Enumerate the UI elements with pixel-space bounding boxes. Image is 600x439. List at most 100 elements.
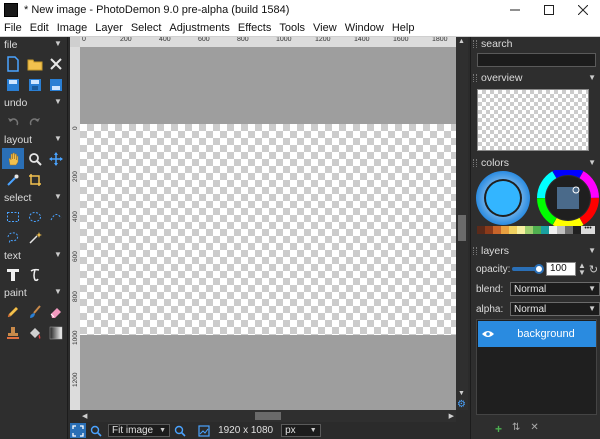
delete-layer-icon[interactable]: ✕ [530,422,538,436]
scroll-left-icon[interactable]: ◀ [82,412,87,420]
magic-wand-icon[interactable] [24,227,46,248]
move-icon[interactable] [45,148,67,169]
palette-swatch[interactable] [557,226,565,234]
menu-effects[interactable]: Effects [234,22,275,34]
search-input[interactable] [477,53,596,67]
vertical-scroll-thumb[interactable] [458,215,466,241]
panel-grip-icon[interactable] [473,247,477,255]
hand-icon[interactable] [2,148,24,169]
move-layer-icon[interactable]: ⇅ [512,422,520,436]
eye-icon[interactable] [480,330,496,338]
palette-swatch[interactable] [485,226,493,234]
pencil-icon[interactable] [2,301,24,322]
save-icon[interactable] [2,74,24,95]
color-palette[interactable] [477,226,581,234]
horizontal-scrollbar[interactable]: ◀ ▶ [80,410,456,422]
eyedropper-icon[interactable] [2,169,24,190]
vertical-scrollbar[interactable]: ▲ ▼ ⚙ [456,37,468,410]
layers-list[interactable]: background [476,319,597,415]
close-icon[interactable] [566,0,600,20]
ellipse-select-icon[interactable] [24,206,46,227]
panel-grip-icon[interactable] [473,159,477,167]
palette-swatch[interactable] [549,226,557,234]
palette-swatch[interactable] [477,226,485,234]
new-file-icon[interactable] [2,53,24,74]
layer-item[interactable]: background [478,321,596,347]
rect-select-icon[interactable] [2,206,24,227]
menu-edit[interactable]: Edit [26,22,53,34]
overview-thumbnail[interactable] [477,89,589,151]
add-layer-icon[interactable]: + [495,422,502,436]
opacity-spinner[interactable]: ▲ ▼ [578,262,586,277]
redo-icon[interactable] [24,111,46,132]
menu-file[interactable]: File [0,22,26,34]
text-tool-icon[interactable] [2,264,24,285]
layers-header[interactable]: layers ▼ [471,244,600,258]
section-paint[interactable]: paint ▼ [0,285,67,301]
palette-swatch[interactable] [573,226,581,234]
clone-stamp-icon[interactable] [2,322,24,343]
blend-select[interactable]: Normal ▼ [510,282,600,296]
colors-header[interactable]: colors ▼ [471,156,600,170]
save-as-icon[interactable] [24,74,46,95]
opacity-value[interactable]: 100 [546,262,576,276]
zoom-in-icon[interactable] [172,423,188,438]
alpha-select[interactable]: Normal ▼ [510,302,600,316]
palette-swatch[interactable] [509,226,517,234]
scroll-right-icon[interactable]: ▶ [449,412,454,420]
overview-header[interactable]: overview ▼ [471,71,600,85]
panel-grip-icon[interactable] [473,74,477,82]
gradient-icon[interactable] [45,322,67,343]
palette-swatch[interactable] [541,226,549,234]
open-folder-icon[interactable] [24,53,46,74]
section-layout[interactable]: layout ▼ [0,132,67,148]
hue-wheel[interactable] [531,170,600,226]
section-select[interactable]: select ▼ [0,190,67,206]
palette-swatch[interactable] [565,226,573,234]
menu-view[interactable]: View [309,22,341,34]
lasso-select-icon[interactable] [2,227,24,248]
menu-window[interactable]: Window [341,22,388,34]
reset-icon[interactable]: ↻ [589,263,598,276]
palette-swatch[interactable] [501,226,509,234]
image-canvas[interactable] [80,124,456,335]
menu-layer[interactable]: Layer [91,22,127,34]
zoom-icon[interactable] [24,148,46,169]
crop-icon[interactable] [24,169,46,190]
corner-settings-icon[interactable]: ⚙ [457,399,466,410]
zoom-select[interactable]: Fit image ▼ [108,424,171,437]
search-header[interactable]: search [471,37,600,51]
fit-screen-icon[interactable] [70,423,86,438]
canvas-viewport[interactable] [80,47,456,410]
palette-swatch[interactable] [525,226,533,234]
section-text[interactable]: text ▼ [0,248,67,264]
typography-tool-icon[interactable] [24,264,46,285]
zoom-out-icon[interactable] [88,423,104,438]
maximize-icon[interactable] [532,0,566,20]
unit-select[interactable]: px ▼ [281,424,321,437]
menu-select[interactable]: Select [127,22,166,34]
scroll-up-icon[interactable]: ▲ [458,38,465,45]
panel-grip-icon[interactable] [473,40,477,48]
export-icon[interactable] [45,74,67,95]
menu-help[interactable]: Help [388,22,419,34]
paint-bucket-icon[interactable] [24,322,46,343]
section-file[interactable]: file ▼ [0,37,67,53]
menu-image[interactable]: Image [53,22,92,34]
palette-swatch[interactable] [493,226,501,234]
horizontal-scroll-thumb[interactable] [255,412,281,420]
close-file-icon[interactable] [45,53,67,74]
line-select-icon[interactable] [45,206,67,227]
palette-swatch[interactable] [533,226,541,234]
menu-adjustments[interactable]: Adjustments [165,22,234,34]
primary-color-swatch[interactable] [486,181,520,215]
undo-icon[interactable] [2,111,24,132]
minimize-icon[interactable] [498,0,532,20]
opacity-slider-knob[interactable] [534,264,544,274]
saturation-square[interactable] [557,187,579,209]
section-undo[interactable]: undo ▼ [0,95,67,111]
palette-more-button[interactable]: ••• [581,225,595,234]
eraser-icon[interactable] [45,301,67,322]
palette-swatch[interactable] [517,226,525,234]
scroll-down-icon[interactable]: ▼ [458,390,465,397]
